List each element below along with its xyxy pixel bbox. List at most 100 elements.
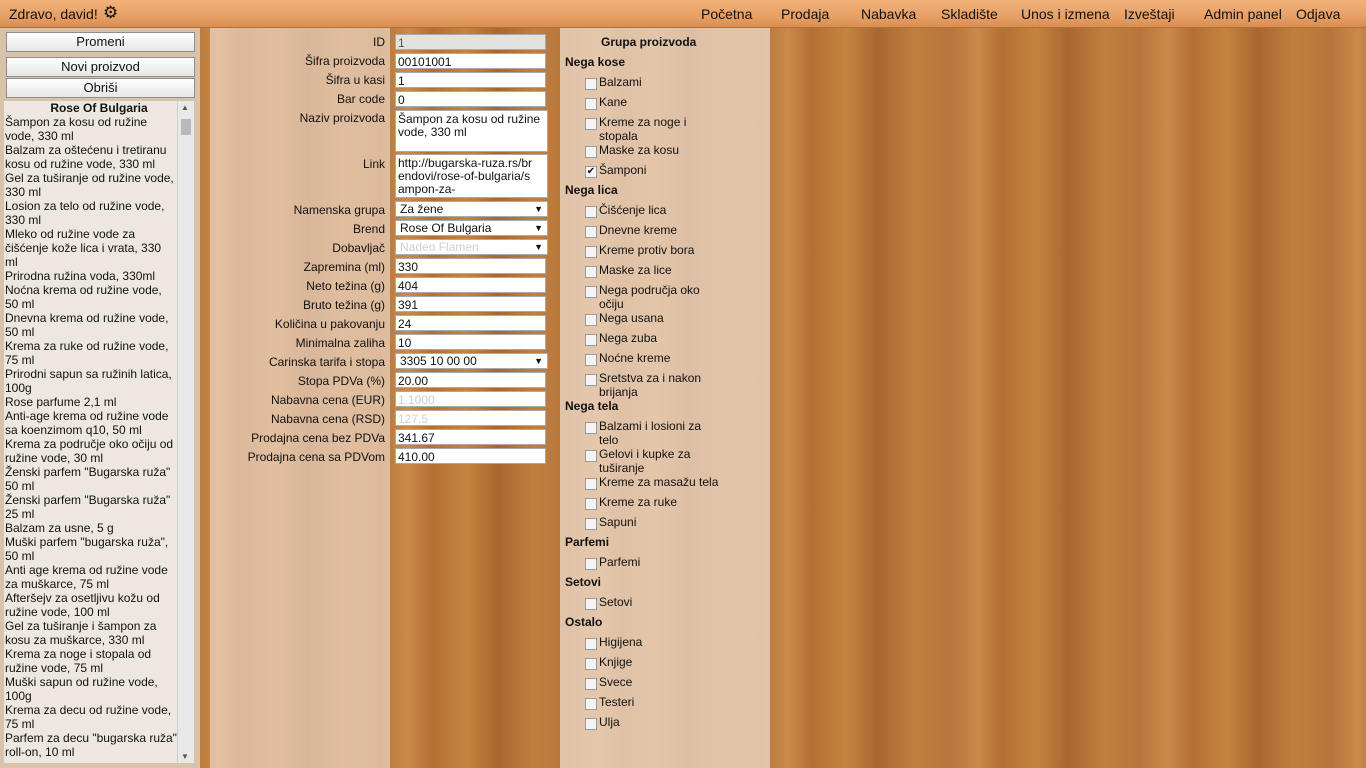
list-item[interactable]: Anti-age krema od ružine vode sa koenzim…: [5, 409, 177, 437]
group-checkbox-label[interactable]: Dnevne kreme: [599, 223, 719, 237]
list-item[interactable]: Prirodni sapun sa ružinih latica, 100g: [5, 367, 177, 395]
neto-field[interactable]: 404: [395, 277, 546, 293]
group-checkbox-label[interactable]: Svece: [599, 675, 719, 689]
group-checkbox[interactable]: [585, 314, 597, 326]
list-item[interactable]: Losion za telo od ružine vode, 330 ml: [5, 199, 177, 227]
list-item[interactable]: Šampon za kosu od ružine vode, 330 ml: [5, 115, 177, 143]
obrisi-button[interactable]: Obriši: [6, 78, 195, 98]
sifra-field[interactable]: 00101001: [395, 53, 546, 69]
group-checkbox-label[interactable]: Čišćenje lica: [599, 203, 719, 217]
group-checkbox[interactable]: [585, 518, 597, 530]
group-checkbox[interactable]: [585, 658, 597, 670]
bezpdv-field[interactable]: 341.67: [395, 429, 546, 445]
list-item[interactable]: Gel za tuširanje od ružine vode, 330 ml: [5, 171, 177, 199]
group-checkbox[interactable]: [585, 146, 597, 158]
pakovanje-field[interactable]: 24: [395, 315, 546, 331]
group-checkbox-label[interactable]: Balzami: [599, 75, 719, 89]
novi-proizvod-button[interactable]: Novi proizvod: [6, 57, 195, 77]
list-item[interactable]: Krema za ruke od ružine vode, 75 ml: [5, 339, 177, 367]
group-checkbox-label[interactable]: Noćne kreme: [599, 351, 719, 365]
list-item[interactable]: Noćna krema od ružine vode, 50 ml: [5, 283, 177, 311]
nav-prodaja[interactable]: Prodaja: [781, 6, 829, 22]
nav-admin-panel[interactable]: Admin panel: [1204, 6, 1282, 22]
kasa-field[interactable]: 1: [395, 72, 546, 88]
group-checkbox[interactable]: [585, 598, 597, 610]
group-checkbox[interactable]: [585, 266, 597, 278]
product-listbox[interactable]: Rose Of Bulgaria Šampon za kosu od ružin…: [4, 101, 194, 763]
group-checkbox-label[interactable]: Balzami i losioni za telo: [599, 419, 719, 447]
pdv-field[interactable]: 20.00: [395, 372, 546, 388]
list-item[interactable]: Afteršejv za osetljivu kožu od ružine vo…: [5, 591, 177, 619]
group-checkbox-label[interactable]: Sretstva za i nakon brijanja: [599, 371, 719, 399]
group-checkbox[interactable]: [585, 78, 597, 90]
group-checkbox-label[interactable]: Kreme za masažu tela: [599, 475, 719, 489]
group-checkbox[interactable]: [585, 118, 597, 130]
bruto-field[interactable]: 391: [395, 296, 546, 312]
group-checkbox[interactable]: [585, 698, 597, 710]
group-checkbox[interactable]: [585, 206, 597, 218]
link-field[interactable]: http://bugarska-ruza.rs/brendovi/rose-of…: [395, 154, 548, 198]
group-checkbox-label[interactable]: Kreme protiv bora: [599, 243, 719, 257]
list-item[interactable]: Ženski parfem "Bugarska ruža" 50 ml: [5, 465, 177, 493]
group-checkbox-label[interactable]: Gelovi i kupke za tuširanje: [599, 447, 719, 475]
group-checkbox[interactable]: [585, 422, 597, 434]
list-item[interactable]: Mleko od ružine vode za čišćenje kože li…: [5, 227, 177, 269]
group-checkbox-label[interactable]: Kreme za noge i stopala: [599, 115, 719, 143]
list-item[interactable]: Balzam za usne, 5 g: [5, 521, 177, 535]
list-item[interactable]: Parfem za decu "bugarska ruža" roll-on, …: [5, 731, 177, 759]
group-checkbox[interactable]: [585, 226, 597, 238]
list-item[interactable]: Muški parfem "bugarska ruža", 50 ml: [5, 535, 177, 563]
rsd-field[interactable]: 127.5: [395, 410, 546, 426]
grupa-select[interactable]: Za žene ▼: [395, 201, 548, 217]
group-checkbox[interactable]: [585, 98, 597, 110]
group-checkbox[interactable]: [585, 374, 597, 386]
list-item[interactable]: Krema za područje oko očiju od ružine vo…: [5, 437, 177, 465]
list-item[interactable]: Anti age krema od ružine vode za muškarc…: [5, 563, 177, 591]
group-checkbox[interactable]: ✔: [585, 166, 597, 178]
group-checkbox-label[interactable]: Kreme za ruke: [599, 495, 719, 509]
tarifa-select[interactable]: 3305 10 00 00 ▼: [395, 353, 548, 369]
list-item[interactable]: Prirodna ružina voda, 330ml: [5, 269, 177, 283]
group-checkbox-label[interactable]: Higijena: [599, 635, 719, 649]
group-checkbox-label[interactable]: Nega usana: [599, 311, 719, 325]
zaliha-field[interactable]: 10: [395, 334, 546, 350]
group-checkbox[interactable]: [585, 498, 597, 510]
group-checkbox-label[interactable]: Knjige: [599, 655, 719, 669]
barcode-field[interactable]: 0: [395, 91, 546, 107]
nav-odjava[interactable]: Odjava: [1296, 6, 1340, 22]
group-checkbox[interactable]: [585, 478, 597, 490]
group-checkbox-label[interactable]: Nega područja oko očiju: [599, 283, 719, 311]
group-checkbox-label[interactable]: Šamponi: [599, 163, 719, 177]
list-item[interactable]: Muški sapun od ružine vode, 100g: [5, 675, 177, 703]
group-checkbox[interactable]: [585, 718, 597, 730]
group-checkbox[interactable]: [585, 246, 597, 258]
list-item[interactable]: Rose parfume 2,1 ml: [5, 395, 177, 409]
nav-nabavka[interactable]: Nabavka: [861, 6, 916, 22]
group-checkbox-label[interactable]: Setovi: [599, 595, 719, 609]
dobavljac-select[interactable]: Nadeo Flamen ▼: [395, 239, 548, 255]
naziv-field[interactable]: Šampon za kosu od ružine vode, 330 ml: [395, 110, 548, 152]
brend-select[interactable]: Rose Of Bulgaria ▼: [395, 220, 548, 236]
group-checkbox[interactable]: [585, 286, 597, 298]
eur-field[interactable]: 1.1000: [395, 391, 546, 407]
group-checkbox[interactable]: [585, 558, 597, 570]
group-checkbox-label[interactable]: Testeri: [599, 695, 719, 709]
group-checkbox-label[interactable]: Parfemi: [599, 555, 719, 569]
group-checkbox[interactable]: [585, 450, 597, 462]
scroll-down-icon[interactable]: ▼: [181, 752, 189, 761]
id-field[interactable]: 1: [395, 34, 546, 50]
group-checkbox-label[interactable]: Maske za kosu: [599, 143, 719, 157]
nav-pocetna[interactable]: Početna: [701, 6, 752, 22]
promeni-button[interactable]: Promeni: [6, 32, 195, 52]
nav-izvestaji[interactable]: Izveštaji: [1124, 6, 1175, 22]
group-checkbox[interactable]: [585, 678, 597, 690]
group-checkbox-label[interactable]: Sapuni: [599, 515, 719, 529]
group-checkbox[interactable]: [585, 354, 597, 366]
group-checkbox[interactable]: [585, 638, 597, 650]
nav-unos-i-izmena[interactable]: Unos i izmena: [1021, 6, 1110, 22]
list-item[interactable]: Ženski parfem "Bugarska ruža" 25 ml: [5, 493, 177, 521]
group-checkbox[interactable]: [585, 334, 597, 346]
group-checkbox-label[interactable]: Ulja: [599, 715, 719, 729]
list-item[interactable]: Gel za tuširanje i šampon za kosu za muš…: [5, 619, 177, 647]
list-item[interactable]: Krema za noge i stopala od ružine vode, …: [5, 647, 177, 675]
